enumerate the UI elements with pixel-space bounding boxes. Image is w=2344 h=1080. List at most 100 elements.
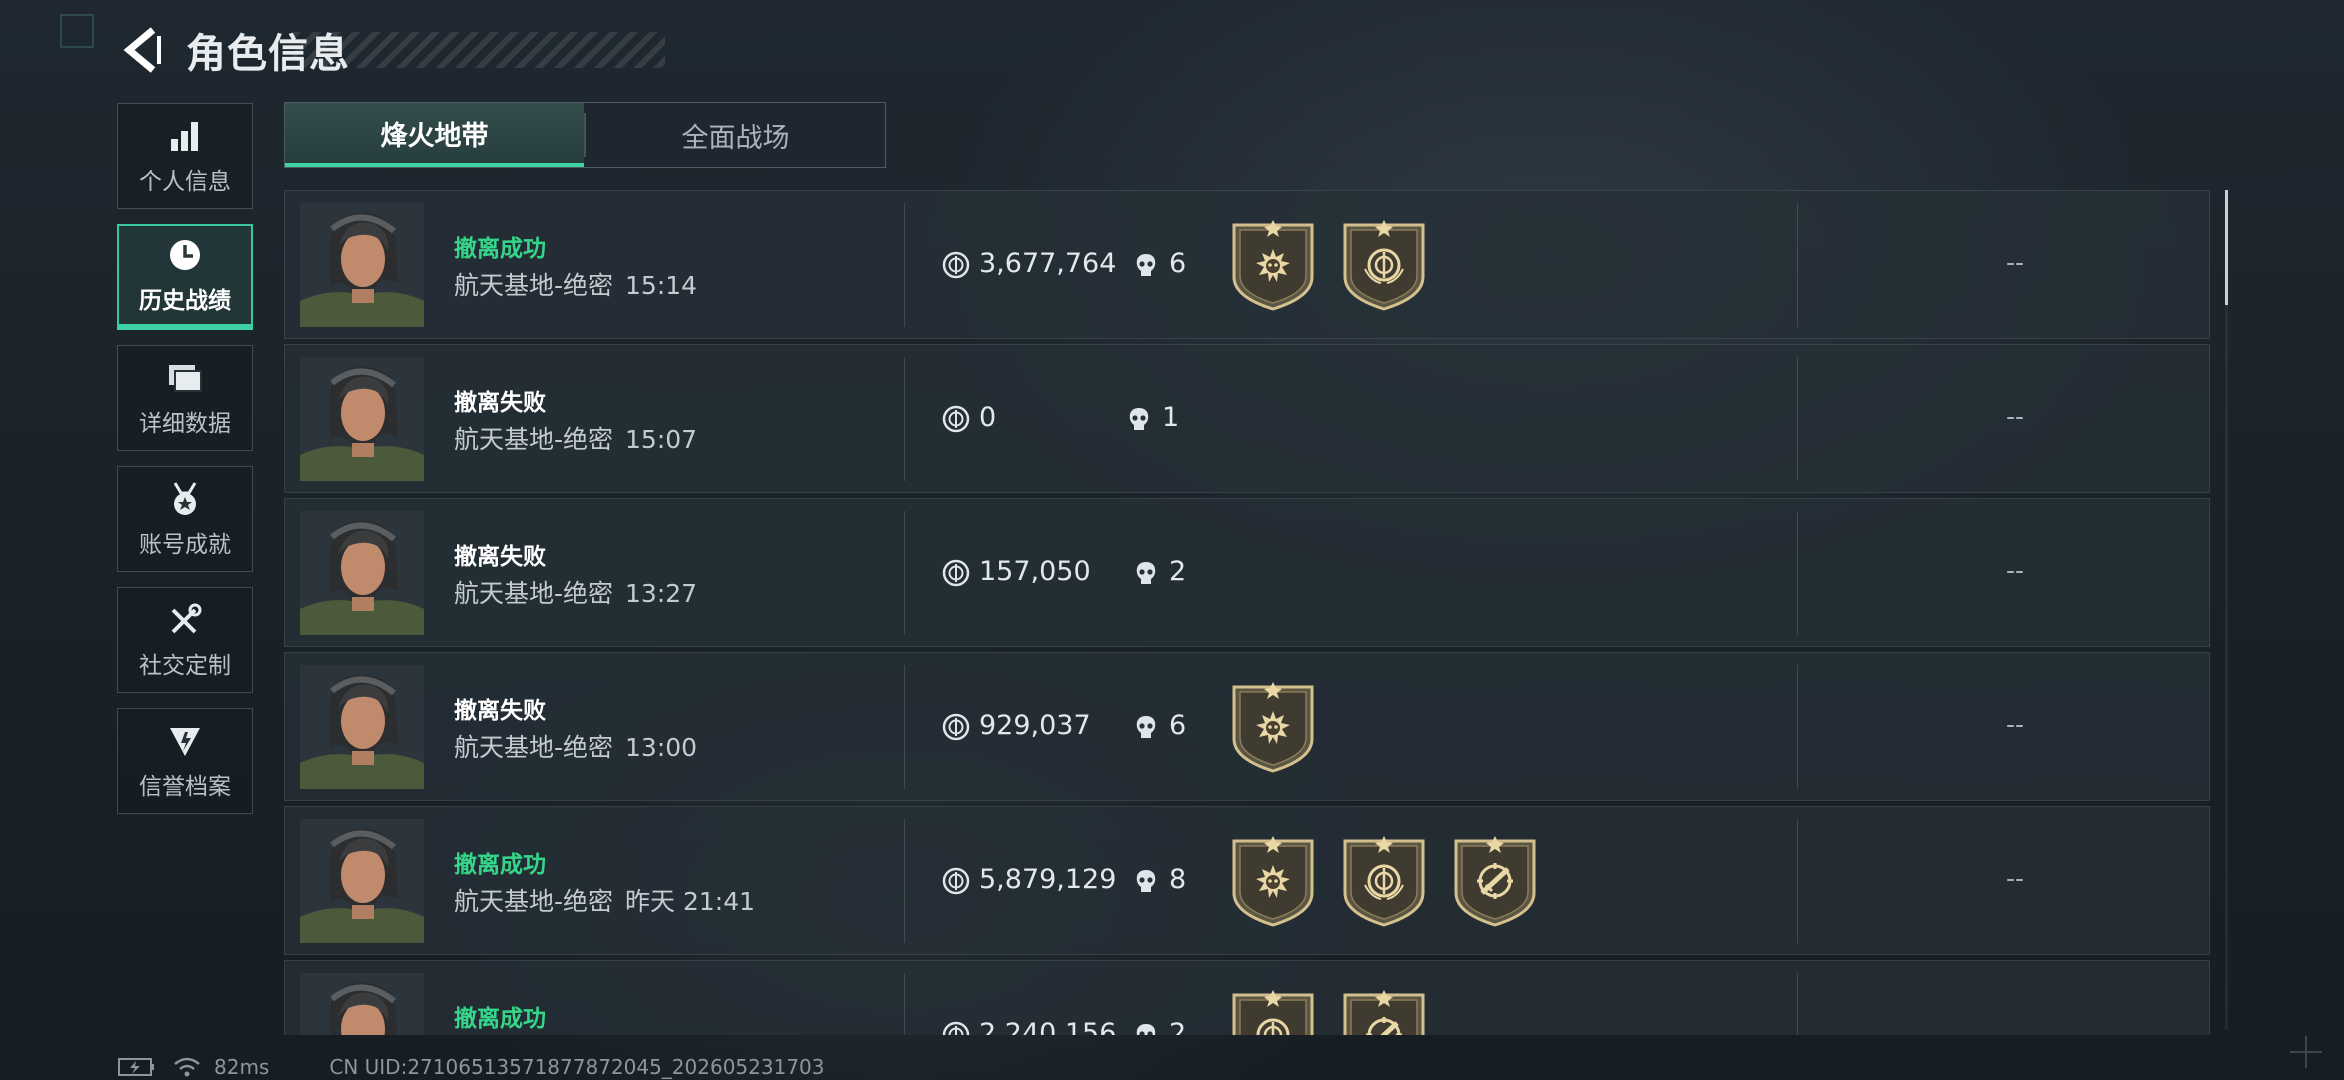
sidebar-item-label: 个人信息 [139, 169, 231, 195]
sidebar-item-credit-record[interactable]: 信誉档案 [117, 708, 253, 814]
hafu-coin-icon [942, 867, 970, 895]
extraction-status: 撤离成功 [454, 852, 546, 878]
column-divider [904, 357, 905, 481]
extraction-status: 撤离失败 [454, 390, 546, 416]
extraction-status: 撤离成功 [454, 236, 546, 262]
coin-emblem-badge[interactable] [1230, 989, 1316, 1035]
match-time: 15:14 [625, 271, 698, 300]
kill-count: 1 [1162, 402, 1180, 433]
operator-portrait [300, 819, 424, 943]
skull-icon [1132, 251, 1160, 279]
match-map-time: 航天基地-绝密 13:00 [454, 728, 697, 764]
extracted-value: 3,677,764 [979, 248, 1117, 279]
match-row[interactable]: 撤离失败航天基地-绝密 13:27 157,050 2 -- [284, 498, 2210, 647]
match-time: 13:27 [625, 579, 698, 608]
sidebar-item-detailed-data[interactable]: 详细数据 [117, 345, 253, 451]
match-row[interactable]: 撤离失败航天基地-绝密 13:00 929,037 6 -- [284, 652, 2210, 801]
map-name: 航天基地-绝密 [454, 271, 614, 300]
match-row[interactable]: 撤离成功 航天基地-绝密 昨天 21:41 5,879,129 8 -- [284, 806, 2210, 955]
extraction-status: 撤离成功 [454, 1006, 546, 1032]
sidebar-item-match-history[interactable]: 历史战绩 [117, 224, 253, 330]
sidebar-item-label: 社交定制 [139, 653, 231, 679]
match-map-time: 航天基地-绝密 15:14 [454, 266, 697, 302]
status-bar: 82ms CN UID:27106513571877872045_2026052… [118, 1055, 825, 1079]
match-map-time: 航天基地-绝密 13:27 [454, 574, 697, 610]
skull-icon [1125, 405, 1153, 433]
map-name: 航天基地-绝密 [454, 733, 614, 762]
page-title: 角色信息 [186, 31, 350, 77]
column-divider [1797, 203, 1798, 327]
kill-count: 6 [1169, 248, 1187, 279]
kill-count: 2 [1169, 1018, 1187, 1035]
operator-portrait [300, 511, 424, 635]
operator-portrait [300, 357, 424, 481]
column-divider [904, 665, 905, 789]
match-time: 13:00 [625, 733, 698, 762]
folder-icon [169, 365, 202, 392]
extra-info-placeholder: -- [2005, 710, 2025, 739]
sidebar-item-label: 历史战绩 [139, 288, 231, 314]
tab-full-battlefield[interactable]: 全面战场 [586, 103, 885, 167]
map-name: 航天基地-绝密 [454, 425, 614, 454]
skull-icon [1132, 713, 1160, 741]
medal-icon [173, 482, 197, 515]
scrollbar[interactable] [2225, 190, 2228, 1030]
column-divider [1797, 973, 1798, 1035]
extracted-value: 2,240,156 [979, 1018, 1117, 1035]
hafu-coin-icon [942, 713, 970, 741]
match-row[interactable]: 撤离失败 航天基地-绝密 15:07 0 1 -- [284, 344, 2210, 493]
sunburst-skull-badge[interactable] [1230, 681, 1316, 773]
column-divider [1797, 357, 1798, 481]
sidebar: 个人信息 历史战绩 详细数据 账号成就 社交定制 信誉档案 [117, 103, 255, 829]
column-divider [1797, 511, 1798, 635]
extracted-value: 0 [979, 402, 997, 433]
sunburst-skull-badge[interactable] [1230, 835, 1316, 927]
user-uid: CN UID:27106513571877872045_202605231703 [329, 1055, 825, 1079]
sidebar-item-personal-info[interactable]: 个人信息 [117, 103, 253, 209]
kill-count: 2 [1169, 556, 1187, 587]
hafu-coin-icon [942, 559, 970, 587]
column-divider [904, 973, 905, 1035]
coin-emblem-badge[interactable] [1341, 835, 1427, 927]
kill-count: 6 [1169, 710, 1187, 741]
scrollbar-thumb[interactable] [2225, 190, 2228, 305]
corner-frame-decoration [60, 14, 94, 48]
skull-icon [1132, 559, 1160, 587]
column-divider [1797, 819, 1798, 943]
match-time: 昨天 21:41 [625, 887, 756, 916]
match-row[interactable]: 撤离成功 航天基地-绝密 15:14 3,677,764 6 -- [284, 190, 2210, 339]
extracted-value: 157,050 [979, 556, 1091, 587]
operator-portrait [300, 973, 424, 1035]
sidebar-item-label: 详细数据 [139, 411, 231, 437]
column-divider [904, 819, 905, 943]
extraction-status: 撤离失败 [454, 698, 546, 724]
sidebar-item-achievements[interactable]: 账号成就 [117, 466, 253, 572]
skull-icon [1132, 1021, 1160, 1035]
sunburst-skull-badge[interactable] [1230, 219, 1316, 311]
ping-readout: 82ms [214, 1055, 270, 1079]
crosshair-icon [2290, 1036, 2322, 1068]
extracted-value: 929,037 [979, 710, 1091, 741]
column-divider [904, 511, 905, 635]
operator-portrait [300, 203, 424, 327]
shield-badge-icon [170, 728, 200, 756]
crosshair-rifle-badge[interactable] [1452, 835, 1538, 927]
sidebar-item-label: 信誉档案 [139, 774, 231, 800]
extra-info-placeholder: -- [2005, 556, 2025, 585]
tab-beacon-zone[interactable]: 烽火地带 [285, 103, 584, 167]
match-row[interactable]: 撤离成功 2,240,156 2 [284, 960, 2210, 1035]
hafu-coin-icon [942, 251, 970, 279]
hafu-coin-icon [942, 1021, 970, 1035]
wifi-icon [174, 1057, 200, 1077]
crosshair-rifle-badge[interactable] [1341, 989, 1427, 1035]
map-name: 航天基地-绝密 [454, 887, 614, 916]
extraction-status: 撤离失败 [454, 544, 546, 570]
back-arrow-icon [123, 27, 161, 73]
bar-chart-icon [171, 122, 198, 151]
extra-info-placeholder: -- [2005, 402, 2025, 431]
sidebar-item-social-custom[interactable]: 社交定制 [117, 587, 253, 693]
coin-emblem-badge[interactable] [1341, 219, 1427, 311]
page-header: 角色信息 [118, 20, 665, 80]
back-button[interactable] [118, 20, 168, 80]
map-name: 航天基地-绝密 [454, 579, 614, 608]
